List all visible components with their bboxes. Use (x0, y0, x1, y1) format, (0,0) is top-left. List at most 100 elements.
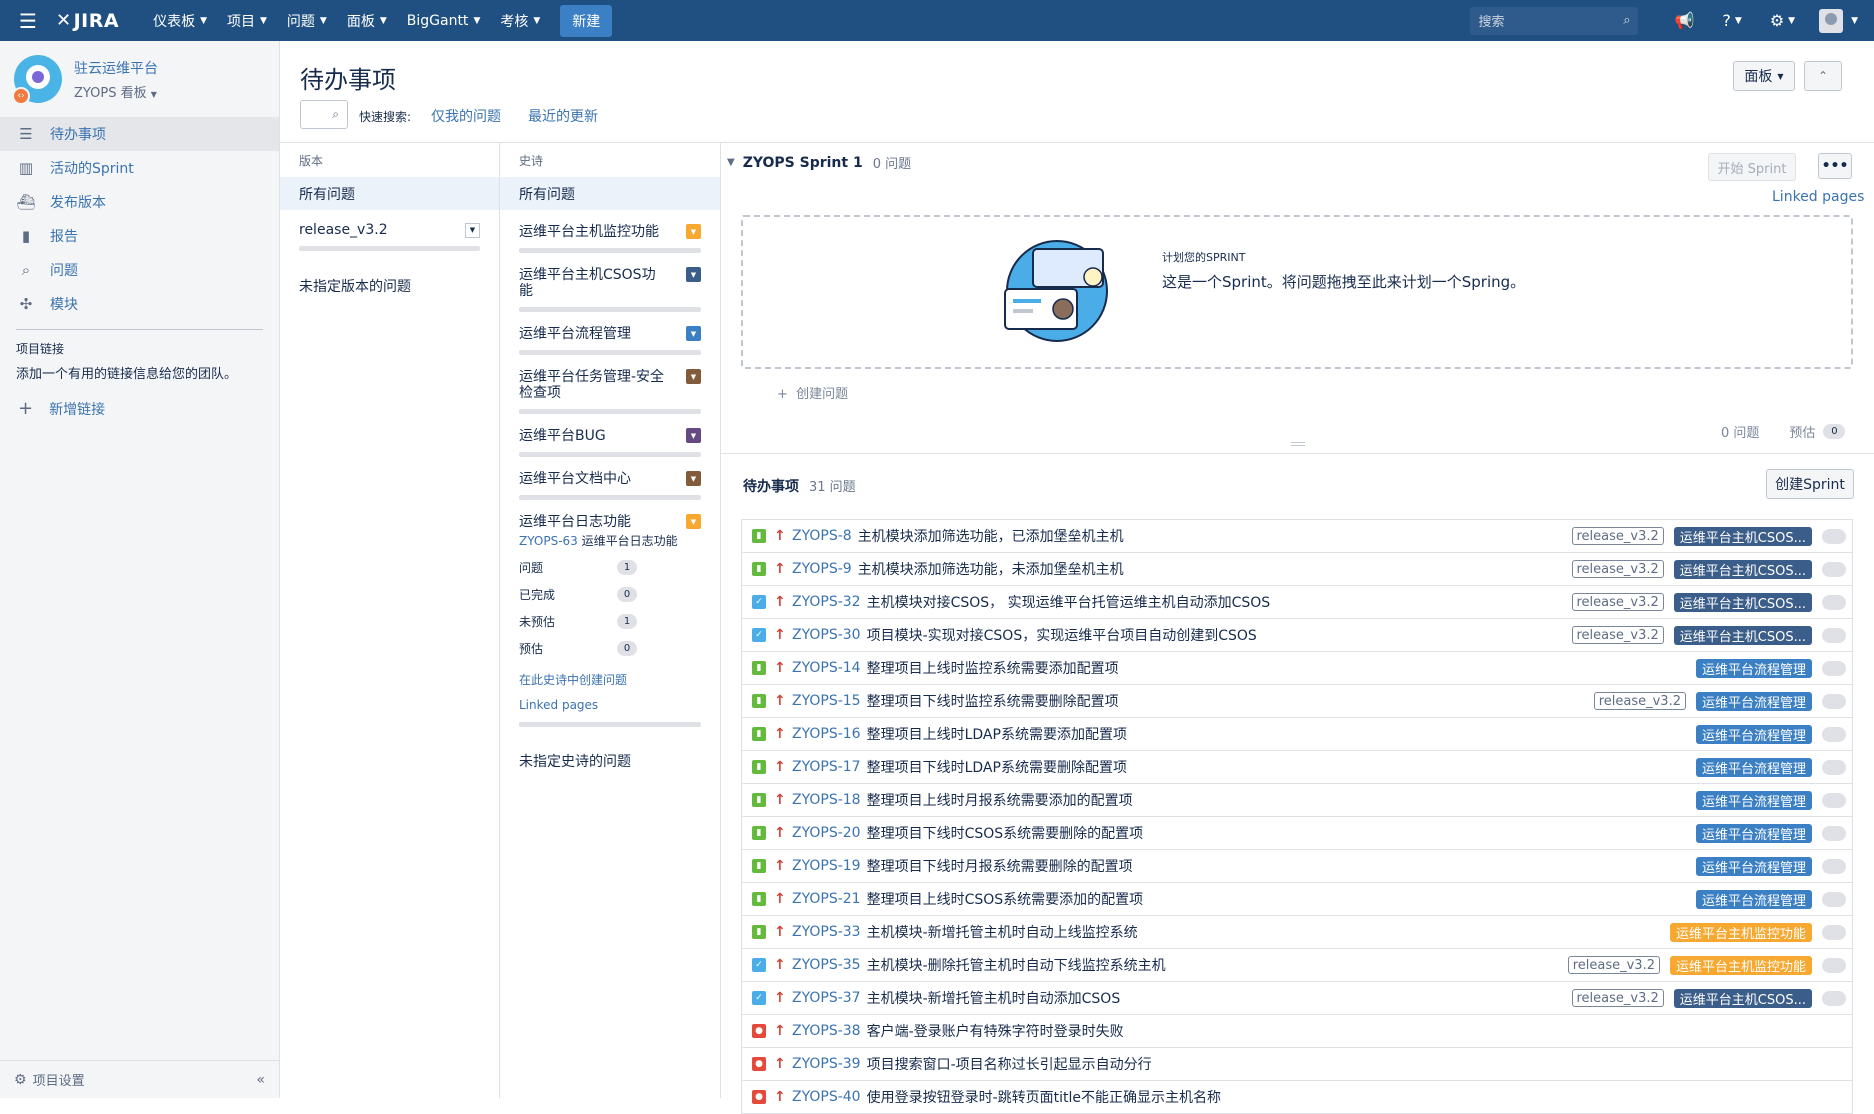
chevron-up-icon: ⌃ (1817, 69, 1829, 83)
issue-row[interactable]: ● ↑ ZYOPS-38 客户端-登录账户有特殊字符时登录时失败 (742, 1015, 1852, 1048)
issue-key-link[interactable]: ZYOPS-14 (792, 660, 861, 676)
issue-row[interactable]: ▮ ↑ ZYOPS-8 主机模块添加筛选功能，已添加堡垒机主机 release_v3.2… (742, 520, 1852, 553)
epic-item-expanded[interactable]: 运维平台日志功能 ▼ (519, 500, 701, 530)
chevron-down-icon[interactable]: ▼ (686, 369, 701, 384)
board-menu-button[interactable]: 面板 ▼ (1733, 61, 1795, 91)
version-tag: release_v3.2 (1571, 626, 1664, 644)
issue-key-link[interactable]: ZYOPS-32 (792, 594, 861, 610)
quick-filter-my-issues[interactable]: 仅我的问题 (431, 106, 501, 126)
issue-row[interactable]: ▮ ↑ ZYOPS-14 整理项目上线时监控系统需要添加配置项 运维平台流程管理 (742, 652, 1852, 685)
start-sprint-button[interactable]: 开始 Sprint (1708, 153, 1796, 181)
board-switcher[interactable]: ZYOPS 看板 ▼ (74, 82, 158, 101)
issue-row[interactable]: ✓ ↑ ZYOPS-37 主机模块-新增托管主机时自动添加CSOS release_v3… (742, 982, 1852, 1015)
issue-key-link[interactable]: ZYOPS-9 (792, 561, 852, 577)
search-input[interactable]: 搜索 ⌕ (1470, 6, 1639, 35)
issue-row[interactable]: ● ↑ ZYOPS-39 项目搜索窗口-项目名称过长引起显示自动分行 (742, 1048, 1852, 1081)
issue-row[interactable]: ▮ ↑ ZYOPS-17 整理项目下线时LDAP系统需要删除配置项 运维平台流程管理 (742, 751, 1852, 784)
versions-all-issues[interactable]: 所有问题 (280, 177, 499, 210)
create-sprint-button[interactable]: 创建Sprint (1766, 469, 1854, 499)
sidebar-item-reports[interactable]: ▮ 报告 (0, 219, 279, 253)
user-avatar[interactable] (1819, 8, 1844, 33)
menu-projects[interactable]: 项目 ▼ (217, 0, 277, 41)
collapse-header-button[interactable]: ⌃ (1804, 61, 1842, 91)
issue-key-link[interactable]: ZYOPS-33 (792, 924, 861, 940)
issue-key-link[interactable]: ZYOPS-30 (792, 627, 861, 643)
issue-key-link[interactable]: ZYOPS-19 (792, 858, 861, 874)
issue-key-link[interactable]: ZYOPS-16 (792, 726, 861, 742)
sidebar-item-releases[interactable]: ⛴ 发布版本 (0, 185, 279, 219)
help-icon[interactable]: ? ▼ (1722, 11, 1741, 30)
chevron-down-icon[interactable]: ▼ (686, 267, 701, 282)
sidebar-item-issues[interactable]: ⌕ 问题 (0, 253, 279, 287)
issue-row[interactable]: ▮ ↑ ZYOPS-18 整理项目上线时月报系统需要添加的配置项 运维平台流程管理 (742, 784, 1852, 817)
epic-item[interactable]: 运维平台主机CSOS功能 ▼ (519, 253, 701, 312)
project-name[interactable]: 驻云运维平台 (74, 58, 158, 78)
issue-row[interactable]: ▮ ↑ ZYOPS-21 整理项目上线时CSOS系统需要添加的配置项 运维平台流程管理 (742, 883, 1852, 916)
chevron-down-icon[interactable]: ▼ (686, 514, 701, 529)
sprint-linked-pages-link[interactable]: Linked pages (1772, 189, 1864, 205)
menu-dashboards[interactable]: 仪表板 ▼ (143, 0, 217, 41)
chevron-down-icon[interactable]: ▼ (1851, 16, 1858, 26)
issue-row[interactable]: ▮ ↑ ZYOPS-15 整理项目下线时监控系统需要删除配置项 release_v3.2… (742, 685, 1852, 718)
create-issue-button[interactable]: 新建 (560, 4, 613, 37)
issue-key-link[interactable]: ZYOPS-38 (792, 1023, 861, 1039)
issue-row[interactable]: ✓ ↑ ZYOPS-35 主机模块-删除托管主机时自动下线监控系统主机 release_… (742, 949, 1852, 982)
quick-filter-recently-updated[interactable]: 最近的更新 (528, 106, 598, 126)
epic-item[interactable]: 运维平台任务管理-安全检查项 ▼ (519, 355, 701, 414)
chevron-down-icon[interactable]: ▼ (686, 224, 701, 239)
create-issue-in-epic-link[interactable]: 在此史诗中创建问题 (519, 671, 701, 688)
chevron-down-icon[interactable]: ▼ (686, 471, 701, 486)
issue-key-link[interactable]: ZYOPS-20 (792, 825, 861, 841)
epic-linked-pages-link[interactable]: Linked pages (519, 698, 701, 712)
quick-search-input[interactable]: ⌕ (300, 100, 348, 129)
collapse-sidebar-icon[interactable]: « (256, 1072, 265, 1088)
issue-row[interactable]: ▮ ↑ ZYOPS-9 主机模块添加筛选功能，未添加堡垒机主机 release_v3.2… (742, 553, 1852, 586)
sprint-header[interactable]: ▼ ZYOPS Sprint 1 0 问题 (727, 153, 911, 173)
project-avatar[interactable]: ‹› (12, 55, 62, 105)
issue-key-link[interactable]: ZYOPS-21 (792, 891, 861, 907)
epic-item[interactable]: 运维平台文档中心 ▼ (519, 457, 701, 500)
chevron-down-icon[interactable]: ▼ (465, 222, 480, 238)
epic-item[interactable]: 运维平台流程管理 ▼ (519, 312, 701, 355)
jira-logo[interactable]: ✕ JIRA (56, 10, 119, 32)
issue-key-link[interactable]: ZYOPS-35 (792, 957, 861, 973)
issue-key-link[interactable]: ZYOPS-37 (792, 990, 861, 1006)
issue-key-link[interactable]: ZYOPS-18 (792, 792, 861, 808)
versions-unassigned[interactable]: 未指定版本的问题 (299, 276, 480, 296)
add-link-button[interactable]: + 新增链接 (0, 398, 279, 419)
issue-row[interactable]: ▮ ↑ ZYOPS-16 整理项目上线时LDAP系统需要添加配置项 运维平台流程管理 (742, 718, 1852, 751)
issue-key-link[interactable]: ZYOPS-40 (792, 1089, 861, 1105)
epic-key-link[interactable]: ZYOPS-63 (519, 534, 578, 548)
app-switcher-menu-icon[interactable]: ☰ (0, 0, 56, 41)
epics-all-issues[interactable]: 所有问题 (500, 177, 720, 210)
menu-boards[interactable]: 面板 ▼ (337, 0, 397, 41)
sidebar-item-backlog[interactable]: ☰ 待办事项 (0, 117, 279, 151)
epics-unassigned[interactable]: 未指定史诗的问题 (519, 751, 701, 771)
sprint-drop-zone[interactable]: 计划您的SPRINT 这是一个Sprint。将问题拖拽至此来计划一个Spring… (741, 215, 1853, 369)
sidebar-item-components[interactable]: ✣ 模块 (0, 287, 279, 321)
announcement-icon[interactable]: 📢 (1674, 11, 1694, 30)
sidebar-item-active-sprint[interactable]: ▥ 活动的Sprint (0, 151, 279, 185)
project-settings-link[interactable]: 项目设置 (33, 1070, 85, 1089)
menu-assessment[interactable]: 考核 ▼ (490, 0, 550, 41)
epic-item[interactable]: 运维平台BUG ▼ (519, 414, 701, 457)
issue-row[interactable]: ✓ ↑ ZYOPS-30 项目模块-实现对接CSOS，实现运维平台项目自动创建到CSO… (742, 619, 1852, 652)
sprint-more-actions-button[interactable]: ••• (1818, 153, 1852, 179)
issue-key-link[interactable]: ZYOPS-39 (792, 1056, 861, 1072)
issue-key-link[interactable]: ZYOPS-15 (792, 693, 861, 709)
menu-biggantt[interactable]: BigGantt ▼ (397, 0, 491, 41)
epic-item[interactable]: 运维平台主机监控功能 ▼ (519, 210, 701, 253)
issue-key-link[interactable]: ZYOPS-17 (792, 759, 861, 775)
issue-row[interactable]: ▮ ↑ ZYOPS-33 主机模块-新增托管主机时自动上线监控系统 运维平台主机监控功能 (742, 916, 1852, 949)
settings-gear-icon[interactable]: ⚙ ▼ (1770, 11, 1795, 30)
chevron-down-icon[interactable]: ▼ (686, 326, 701, 341)
menu-issues[interactable]: 问题 ▼ (277, 0, 337, 41)
issue-key-link[interactable]: ZYOPS-8 (792, 528, 852, 544)
issue-row[interactable]: ▮ ↑ ZYOPS-20 整理项目下线时CSOS系统需要删除的配置项 运维平台流程管理 (742, 817, 1852, 850)
issue-row[interactable]: ✓ ↑ ZYOPS-32 主机模块对接CSOS， 实现运维平台托管运维主机自动添加CS… (742, 586, 1852, 619)
resize-handle[interactable] (1291, 442, 1305, 446)
version-item[interactable]: release_v3.2 ▼ (299, 222, 480, 251)
chevron-down-icon[interactable]: ▼ (686, 428, 701, 443)
sprint-create-issue-button[interactable]: + 创建问题 (777, 383, 848, 402)
issue-row[interactable]: ▮ ↑ ZYOPS-19 整理项目下线时月报系统需要删除的配置项 运维平台流程管理 (742, 850, 1852, 883)
